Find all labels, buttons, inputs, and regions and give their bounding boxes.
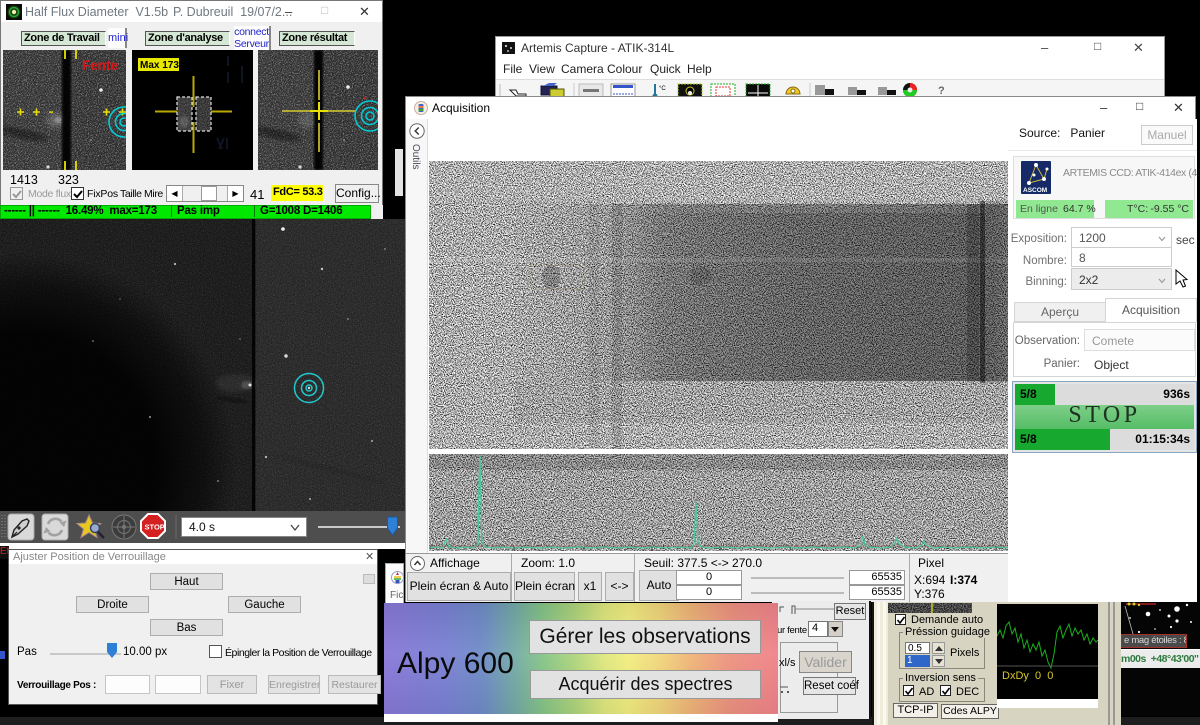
svg-text:Max 173: Max 173 xyxy=(140,60,179,71)
svg-text:DxDy 0 0: DxDy 0 0 xyxy=(1002,670,1053,682)
svg-text:Fente: Fente xyxy=(82,58,118,73)
svg-text:°C: °C xyxy=(659,86,666,92)
svg-text:STOP: STOP xyxy=(145,523,165,532)
svg-text:ASCOM: ASCOM xyxy=(1023,187,1047,194)
